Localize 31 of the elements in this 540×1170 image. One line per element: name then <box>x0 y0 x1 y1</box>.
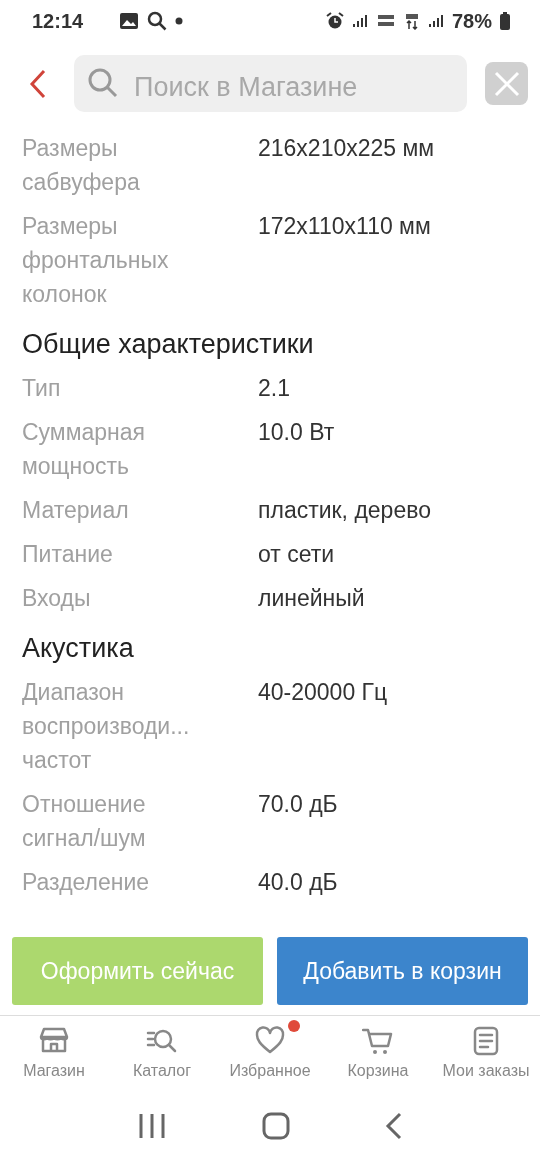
spec-label: Материал <box>22 496 130 525</box>
spec-value: линейный <box>258 584 365 613</box>
spec-value: 216x210x225 мм <box>258 134 435 163</box>
spec-label: Отношение сигнал/шум <box>22 790 147 853</box>
search-field[interactable]: Поиск в Магазине <box>74 55 467 112</box>
spec-label: Размеры сабвуфера <box>22 134 141 197</box>
section-title: Акустика <box>22 632 135 665</box>
spec-label: Разделение <box>22 868 151 897</box>
tab-item[interactable]: Каталог <box>108 1024 216 1096</box>
spec-label: Тип <box>22 374 62 403</box>
battery-level: 78% <box>451 9 492 33</box>
spec-label: Диапазон воспроизводи... частот <box>22 678 191 775</box>
tab-item[interactable]: Магазин <box>0 1024 108 1096</box>
spec-label: Питание <box>22 540 114 569</box>
spec-value: пластик, дерево <box>258 496 431 525</box>
spec-label: Суммарная мощность <box>22 418 146 481</box>
status-time: 12:14 <box>32 9 84 33</box>
tab-item[interactable]: Корзина <box>324 1024 432 1096</box>
spec-value: от сети <box>258 540 335 569</box>
spec-value: 70.0 дБ <box>258 790 338 819</box>
spec-label: Входы <box>22 584 92 613</box>
section-title: Общие характеристики <box>22 328 315 361</box>
spec-value: 40-20000 Гц <box>258 678 388 707</box>
spec-value: 2.1 <box>258 374 290 403</box>
spec-value: 172x110x110 мм <box>258 212 431 241</box>
spec-label: Размеры фронтальных колонок <box>22 212 170 309</box>
tab-item[interactable]: Избранное <box>216 1024 324 1096</box>
spec-value: 10.0 Вт <box>258 418 335 447</box>
spec-value: 40.0 дБ <box>258 868 338 897</box>
tab-item[interactable]: Мои заказы <box>432 1024 540 1096</box>
add-to-cart-button[interactable]: Добавить в корзин <box>277 937 528 1005</box>
